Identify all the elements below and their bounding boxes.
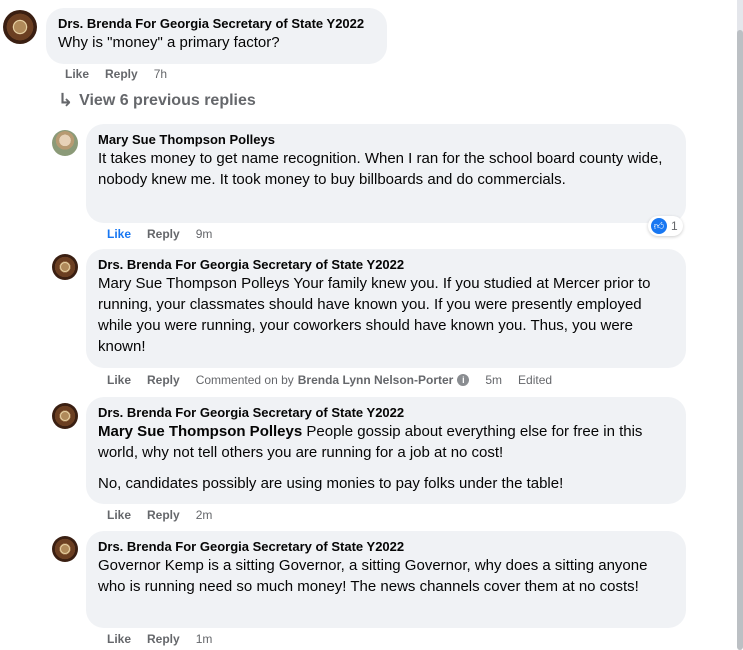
avatar[interactable]	[52, 403, 78, 429]
comment-text: Why is "money" a primary factor?	[58, 34, 280, 51]
reply-arrow-icon: ↳	[58, 90, 74, 110]
like-button[interactable]: Like	[65, 67, 89, 81]
reaction-count-badge[interactable]: 👍︎ 1	[648, 216, 683, 236]
comment-author[interactable]: Drs. Brenda For Georgia Secretary of Sta…	[98, 257, 674, 273]
edited-label[interactable]: Edited	[518, 373, 552, 387]
info-icon[interactable]: i	[457, 374, 470, 386]
avatar[interactable]	[52, 130, 78, 156]
mention-link[interactable]: Mary Sue Thompson Polleys	[98, 423, 302, 440]
comment-author[interactable]: Drs. Brenda For Georgia Secretary of Sta…	[98, 405, 674, 421]
like-button[interactable]: Like	[107, 632, 131, 646]
timestamp[interactable]: 1m	[196, 632, 213, 646]
reply-button[interactable]: Reply	[147, 373, 180, 387]
commented-on-by-label: Commented on by	[195, 373, 294, 387]
comment-author[interactable]: Mary Sue Thompson Polleys	[98, 132, 674, 148]
comment-bubble: Mary Sue Thompson Polleys It takes money…	[86, 124, 686, 223]
comment-author[interactable]: Drs. Brenda For Georgia Secretary of Sta…	[58, 16, 375, 32]
comment-text: Governor Kemp is a sitting Governor, a s…	[98, 557, 648, 595]
comment-bubble: Drs. Brenda For Georgia Secretary of Sta…	[46, 8, 387, 64]
comment-bubble: Drs. Brenda For Georgia Secretary of Sta…	[86, 531, 686, 628]
like-button[interactable]: Like	[107, 227, 131, 241]
timestamp[interactable]: 5m	[485, 373, 502, 387]
comment-actions: Like Reply Commented on by Brenda Lynn N…	[107, 373, 552, 387]
comment-actions: Like Reply 1m	[107, 632, 212, 646]
comment-bubble: Drs. Brenda For Georgia Secretary of Sta…	[86, 249, 686, 368]
timestamp[interactable]: 2m	[196, 508, 213, 522]
reply-button[interactable]: Reply	[105, 67, 138, 81]
comment-author[interactable]: Drs. Brenda For Georgia Secretary of Sta…	[98, 539, 674, 555]
like-button[interactable]: Like	[107, 508, 131, 522]
comment-actions: Like Reply 2m	[107, 508, 212, 522]
commented-on-by: Commented on by Brenda Lynn Nelson-Porte…	[196, 373, 470, 387]
reply-button[interactable]: Reply	[147, 632, 180, 646]
view-previous-replies-label[interactable]: View 6 previous replies	[79, 92, 256, 110]
comment-actions: Like Reply 7h	[65, 67, 167, 81]
comment-text-paragraph: No, candidates possibly are using monies…	[98, 475, 564, 492]
reply-button[interactable]: Reply	[147, 508, 180, 522]
comment-bubble: Drs. Brenda For Georgia Secretary of Sta…	[86, 397, 686, 504]
timestamp[interactable]: 9m	[196, 227, 213, 241]
like-button[interactable]: Like	[107, 373, 131, 387]
comment-actions: Like Reply 9m	[107, 227, 212, 241]
commenter-name[interactable]: Brenda Lynn Nelson-Porter	[298, 373, 454, 387]
thumbs-up-icon: 👍︎	[651, 218, 667, 234]
comment-text: It takes money to get name recognition. …	[98, 150, 663, 188]
avatar[interactable]	[52, 254, 78, 280]
scrollbar-thumb[interactable]	[737, 30, 743, 650]
reply-button[interactable]: Reply	[147, 227, 180, 241]
reaction-count: 1	[671, 219, 678, 233]
timestamp[interactable]: 7h	[154, 67, 167, 81]
view-previous-replies[interactable]: ↳ View 6 previous replies	[58, 90, 256, 111]
avatar[interactable]	[3, 10, 37, 44]
comment-text: Mary Sue Thompson Polleys People gossip …	[98, 421, 674, 463]
comment-text: Mary Sue Thompson Polleys Your family kn…	[98, 275, 651, 355]
avatar[interactable]	[52, 536, 78, 562]
